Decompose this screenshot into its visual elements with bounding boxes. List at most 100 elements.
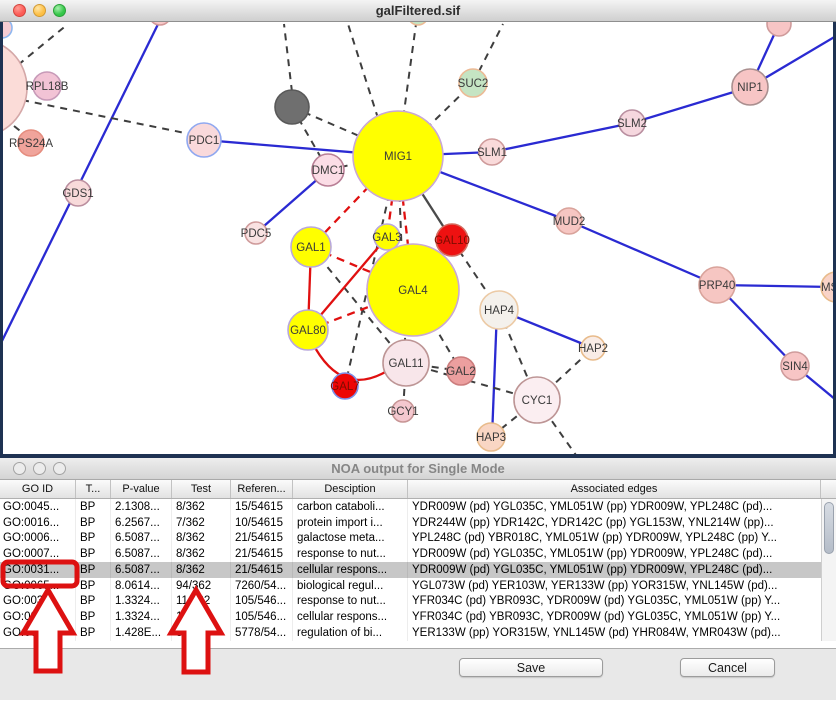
node-label-GAL10: GAL10: [434, 235, 470, 247]
node-label-RPL18B: RPL18B: [26, 81, 69, 93]
table-cell: 6.5087...: [111, 562, 172, 578]
network-edge[interactable]: [492, 123, 632, 152]
node-label-MUD2: MUD2: [553, 216, 586, 228]
table-cell: 7/362: [172, 515, 231, 531]
zoom-button[interactable]: [53, 4, 66, 17]
table-cell: YDR009W (pd) YGL035C, YML051W (pp) YDR00…: [408, 546, 836, 562]
node-unlabeled[interactable]: [3, 39, 27, 137]
node-unlabeled[interactable]: [767, 22, 791, 36]
column-header[interactable]: T...: [76, 480, 111, 498]
node-label-SLM1: SLM1: [477, 147, 507, 159]
table-cell: biological regul...: [293, 578, 408, 594]
column-header[interactable]: Desciption: [293, 480, 408, 498]
zoom-button-inactive[interactable]: [53, 462, 66, 475]
node-label-MSL1: MSL1: [821, 282, 833, 294]
column-header[interactable]: Referen...: [231, 480, 293, 498]
node-unlabeled[interactable]: [149, 22, 171, 25]
table-cell: GO:0031...: [0, 562, 76, 578]
table-cell: 11/362: [172, 609, 231, 625]
table-row[interactable]: GO:0007...BP6.5087...8/36221/54615respon…: [0, 546, 836, 562]
table-row[interactable]: GO:0006...BP6.5087...8/36221/54615galact…: [0, 531, 836, 547]
table-row[interactable]: GO:0016...BP6.2567...7/36210/54615protei…: [0, 515, 836, 531]
table-row[interactable]: GO:0031...BP1.3324...11/362105/546...cel…: [0, 609, 836, 625]
node-label-CYC1: CYC1: [522, 395, 553, 407]
table-cell: cellular respons...: [293, 562, 408, 578]
noa-output-window: NOA output for Single Mode GO IDT...P-va…: [0, 458, 836, 700]
vertical-scrollbar[interactable]: [821, 499, 836, 641]
table-row[interactable]: GO:0065...BP8.0614...94/3627260/54...bio…: [0, 578, 836, 594]
table-cell: 8/362: [172, 562, 231, 578]
cancel-button[interactable]: Cancel: [680, 658, 775, 677]
table-cell: 5778/54...: [231, 625, 293, 641]
network-canvas-area[interactable]: RPL18BRPS24APDC1GDS1PDC5DMC1MIG1SUC2SLM1…: [0, 22, 836, 458]
minimize-button-inactive[interactable]: [33, 462, 46, 475]
table-cell: 21/54615: [231, 546, 293, 562]
table-cell: GO:0065...: [0, 578, 76, 594]
node-unlabeled[interactable]: [408, 22, 428, 25]
table-cell: 8/362: [172, 546, 231, 562]
noa-window-title: NOA output for Single Mode: [331, 461, 505, 476]
node-label-DMC1: DMC1: [312, 165, 345, 177]
table-cell: 6.2567...: [111, 515, 172, 531]
table-cell: 2.1308...: [111, 499, 172, 515]
table-cell: GO:0007...: [0, 546, 76, 562]
table-cell: YFR034C (pd) YBR093C, YDR009W (pd) YGL03…: [408, 594, 836, 610]
node-label-HAP2: HAP2: [578, 343, 608, 355]
table-cell: 8/362: [172, 499, 231, 515]
node-label-SUC2: SUC2: [458, 78, 489, 90]
table-cell: 10/54615: [231, 515, 293, 531]
network-edge[interactable]: [569, 221, 717, 285]
table-cell: galactose meta...: [293, 531, 408, 547]
table-cell: 8/362: [172, 531, 231, 547]
network-window-titlebar[interactable]: galFiltered.sif: [0, 0, 836, 22]
table-cell: carbon cataboli...: [293, 499, 408, 515]
column-header[interactable]: GO ID: [0, 480, 76, 498]
node-label-GAL80: GAL80: [290, 325, 326, 337]
column-header[interactable]: P-value: [111, 480, 172, 498]
table-row[interactable]: GO:0031...BP1.3324...11/362105/546...res…: [0, 594, 836, 610]
table-cell: BP: [76, 531, 111, 547]
table-cell: BP: [76, 499, 111, 515]
table-cell: BP: [76, 625, 111, 641]
table-cell: GO:0006...: [0, 531, 76, 547]
table-cell: BP: [76, 546, 111, 562]
node-label-PDC1: PDC1: [189, 135, 220, 147]
table-bottom-gap: [0, 641, 836, 649]
node-label-PRP40: PRP40: [699, 280, 735, 292]
table-cell: cellular respons...: [293, 609, 408, 625]
node-label-HAP4: HAP4: [484, 305, 515, 317]
close-button-inactive[interactable]: [13, 462, 26, 475]
table-cell: 105/546...: [231, 609, 293, 625]
column-header[interactable]: Test: [172, 480, 231, 498]
table-body[interactable]: GO:0045...BP2.1308...8/36215/54615carbon…: [0, 499, 836, 641]
table-header: GO IDT...P-valueTestReferen...Desciption…: [0, 480, 836, 499]
node-unlabeled[interactable]: [275, 90, 309, 124]
table-cell: 21/54615: [231, 531, 293, 547]
table-cell: 94/362: [172, 578, 231, 594]
network-edge[interactable]: [284, 24, 292, 92]
save-button[interactable]: Save: [459, 658, 603, 677]
table-cell: BP: [76, 562, 111, 578]
node-label-GAL1: GAL1: [296, 242, 325, 254]
table-row[interactable]: GO:0045...BP2.1308...8/36215/54615carbon…: [0, 499, 836, 515]
close-button[interactable]: [13, 4, 26, 17]
table-cell: GO:0031...: [0, 594, 76, 610]
node-label-PDC5: PDC5: [241, 228, 272, 240]
table-cell: 1.3324...: [111, 594, 172, 610]
table-cell: GO:0031...: [0, 609, 76, 625]
column-header[interactable]: Associated edges: [408, 480, 821, 498]
network-window: galFiltered.sif RPL18BRPS24APDC1GDS1PDC5…: [0, 0, 836, 458]
table-cell: BP: [76, 594, 111, 610]
noa-window-titlebar[interactable]: NOA output for Single Mode: [0, 458, 836, 480]
table-row[interactable]: GO:0050...BP1.428E...80/3625778/54...reg…: [0, 625, 836, 641]
table-cell: YPL248C (pd) YBR018C, YML051W (pp) YDR00…: [408, 531, 836, 547]
table-row[interactable]: GO:0031...BP6.5087...8/36221/54615cellul…: [0, 562, 836, 578]
node-label-GAL2: GAL2: [446, 366, 475, 378]
scrollbar-thumb[interactable]: [824, 502, 834, 554]
network-edge[interactable]: [18, 24, 68, 65]
node-label-RPS24A: RPS24A: [9, 138, 53, 150]
minimize-button[interactable]: [33, 4, 46, 17]
table-cell: YER133W (pp) YOR315W, YNL145W (pd) YHR08…: [408, 625, 836, 641]
node-label-SLM2: SLM2: [617, 118, 647, 130]
node-unlabeled[interactable]: [3, 22, 12, 38]
